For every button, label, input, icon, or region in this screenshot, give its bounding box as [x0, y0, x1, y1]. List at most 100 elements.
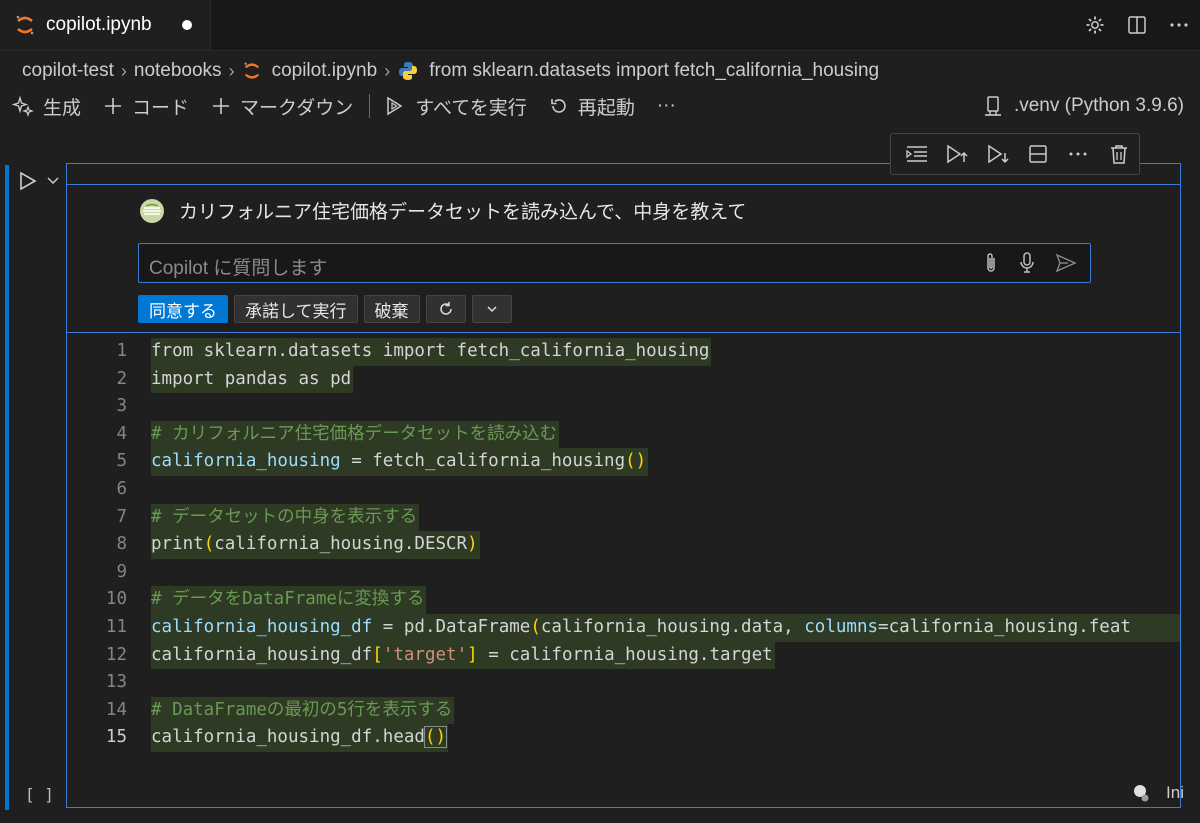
add-code-label: コード: [132, 97, 190, 119]
tab-copilot-ipynb[interactable]: copilot.ipynb: [0, 0, 211, 50]
notebook-toolbar: 生成 コード マークダウン すべてを実行 再起動 ···: [12, 92, 698, 120]
kernel-icon: [984, 95, 1002, 117]
add-code-button[interactable]: コード: [103, 93, 189, 120]
python-icon: [397, 60, 419, 82]
code-line: 13: [67, 669, 1180, 697]
breadcrumb-item-file[interactable]: copilot.ipynb: [272, 60, 378, 82]
code-comment: # カリフォルニア住宅価格データセットを読み込む: [151, 420, 560, 449]
chevron-down-icon[interactable]: [46, 174, 60, 188]
code-text: california_housing = fetch_california_ho…: [151, 448, 649, 476]
code-text: california_housing_df.head(): [151, 724, 449, 752]
trash-icon[interactable]: [1099, 134, 1139, 174]
gear-icon[interactable]: [1074, 0, 1116, 50]
code-token: # DataFrameの最初の5行を表示する: [151, 699, 453, 720]
code-token: california_housing_df: [151, 616, 373, 637]
add-markdown-label: マークダウン: [240, 97, 354, 119]
user-avatar-icon: [139, 198, 165, 224]
cell-focus-indicator: [5, 165, 9, 810]
sparkle-icon: [12, 95, 34, 117]
code-token: # データセットの中身を表示する: [151, 506, 418, 527]
copilot-chat-input[interactable]: Copilot に質問します: [138, 243, 1091, 283]
run-all-icon: [384, 95, 406, 117]
generate-label: 生成: [43, 97, 82, 119]
chat-actions: 同意する 承諾して実行 破棄: [138, 295, 518, 323]
language-label: Ini: [1166, 783, 1184, 802]
cell-language-indicator[interactable]: Ini: [1132, 783, 1184, 803]
code-line: 14 # DataFrameの最初の5行を表示する: [67, 696, 1180, 725]
generate-button[interactable]: 生成: [12, 93, 81, 120]
code-token: 'target': [382, 644, 468, 665]
restart-icon: [549, 96, 569, 116]
chevron-down-icon: [486, 306, 497, 313]
regenerate-button[interactable]: [425, 295, 466, 323]
code-token: = california_housing.target: [477, 644, 773, 665]
toolbar-more-button[interactable]: ···: [657, 95, 676, 117]
code-token: = fetch_california_housing: [340, 451, 626, 472]
breadcrumb-item-notebooks[interactable]: notebooks: [134, 60, 222, 82]
split-editor-icon[interactable]: [1116, 0, 1158, 50]
code-line: 10 # データをDataFrameに変換する: [67, 586, 1180, 614]
code-token: california_housing.DESCR: [214, 534, 468, 555]
line-number: 3: [116, 396, 127, 417]
restart-button[interactable]: 再起動: [549, 93, 635, 120]
discard-button[interactable]: 破棄: [363, 295, 420, 323]
code-token: import pandas as pd: [151, 368, 352, 389]
code-line: 1 from sklearn.datasets import fetch_cal…: [67, 338, 1180, 366]
line-number: 4: [116, 423, 127, 444]
run-all-label: すべてを実行: [415, 97, 527, 119]
breadcrumb-item-symbol[interactable]: from sklearn.datasets import fetch_calif…: [429, 60, 879, 82]
unsaved-dot-icon[interactable]: [182, 20, 192, 30]
code-line: 6: [67, 476, 1180, 504]
code-line: 2 import pandas as pd: [67, 365, 1180, 394]
run-all-button[interactable]: すべてを実行: [384, 93, 527, 120]
line-number: 11: [105, 616, 127, 637]
code-text: california_housing_df = pd.DataFrame(cal…: [151, 613, 1180, 642]
chat-input-placeholder: Copilot に質問します: [149, 258, 328, 279]
inline-chat-widget: カリフォルニア住宅価格データセットを読み込んで、中身を教えて Copilot に…: [67, 184, 1180, 333]
accept-button[interactable]: 同意する: [138, 295, 228, 323]
run-cell-icon[interactable]: [18, 170, 38, 192]
split-cell-icon[interactable]: [1018, 134, 1058, 174]
kernel-picker[interactable]: .venv (Python 3.9.6): [984, 92, 1184, 120]
refresh-icon: [439, 302, 452, 315]
tab-label: copilot.ipynb: [46, 14, 152, 35]
add-markdown-button[interactable]: マークダウン: [211, 93, 353, 120]
line-number: 8: [116, 534, 127, 555]
lightbulb-icon[interactable]: [1132, 783, 1150, 803]
run-by-line-icon[interactable]: [897, 134, 937, 174]
code-token: california_housing: [151, 451, 341, 472]
code-comment: # データセットの中身を表示する: [151, 503, 420, 532]
code-token: # カリフォルニア住宅価格データセットを読み込む: [151, 423, 558, 444]
more-actions-icon[interactable]: [1158, 0, 1200, 50]
chevron-right-icon: ›: [120, 60, 127, 81]
jupyter-icon: [14, 14, 36, 36]
more-options-button[interactable]: [471, 295, 512, 323]
line-number: 5: [116, 451, 127, 472]
breadcrumb-item-folder[interactable]: copilot-test: [22, 60, 114, 82]
attach-icon[interactable]: [982, 251, 1000, 275]
code-token: california_housing_df: [151, 644, 373, 665]
code-text: import pandas as pd: [151, 365, 354, 394]
code-line: 8 print(california_housing.DESCR): [67, 531, 1180, 559]
prompt-text: カリフォルニア住宅価格データセットを読み込んで、中身を教えて: [179, 202, 747, 223]
jupyter-icon: [242, 61, 262, 81]
code-editor[interactable]: 1 from sklearn.datasets import fetch_cal…: [67, 338, 1180, 752]
chevron-right-icon: ›: [228, 60, 235, 81]
code-token: # データをDataFrameに変換する: [151, 589, 425, 610]
send-icon[interactable]: [1054, 251, 1078, 275]
code-text: california_housing_df['target'] = califo…: [151, 641, 775, 670]
code-token: =california_housing.feat: [878, 616, 1131, 637]
line-number: 15: [105, 727, 127, 748]
restart-label: 再起動: [577, 97, 635, 119]
line-number: 2: [116, 368, 127, 389]
more-icon[interactable]: [1058, 134, 1098, 174]
toolbar-divider: [369, 94, 371, 118]
breadcrumb: copilot-test › notebooks › copilot.ipynb…: [22, 58, 879, 84]
run-above-icon[interactable]: [937, 134, 977, 174]
chevron-right-icon: ›: [384, 60, 391, 81]
accept-and-run-button[interactable]: 承諾して実行: [234, 295, 358, 323]
plus-icon: [211, 96, 231, 116]
code-token: print: [151, 534, 204, 555]
run-below-icon[interactable]: [978, 134, 1018, 174]
microphone-icon[interactable]: [1018, 251, 1036, 275]
